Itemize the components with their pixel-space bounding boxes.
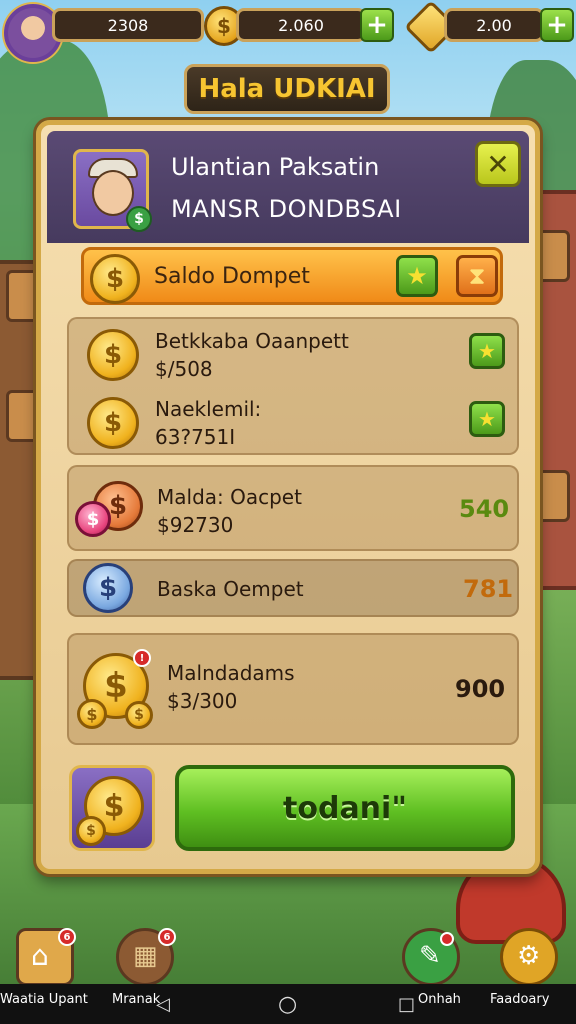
screen-title: Hala UDKIAI bbox=[198, 74, 376, 104]
star-icon: ★ bbox=[478, 339, 496, 363]
close-button[interactable]: ✕ bbox=[475, 141, 521, 187]
star-icon: ★ bbox=[406, 262, 428, 290]
wallet-item-row[interactable]: $ $ $ ! Malndadams $3/300 900 bbox=[67, 633, 519, 745]
star-button[interactable]: ★ bbox=[396, 255, 438, 297]
crate-icon: ▦ bbox=[133, 941, 158, 971]
nav-label-home: Waatia Upant bbox=[0, 992, 88, 1007]
currency3-value: 2.00 bbox=[476, 15, 512, 35]
screen-title-banner: Hala UDKIAI bbox=[184, 64, 390, 114]
nav-label-crate: Mranak bbox=[112, 992, 161, 1007]
item-title: Naeklemil: bbox=[155, 397, 262, 421]
currency2-value: 2.060 bbox=[278, 15, 324, 35]
coin-icon: $ bbox=[125, 701, 153, 729]
item-sub: $/508 bbox=[155, 357, 213, 381]
item-value: 900 bbox=[455, 675, 506, 703]
coin-icon: $ bbox=[76, 816, 106, 846]
confirm-label: todani" bbox=[283, 790, 407, 826]
add-coins-button[interactable]: + bbox=[360, 8, 394, 42]
item-title: Baska Oempet bbox=[157, 577, 304, 601]
silver-coin-icon: $ bbox=[83, 563, 133, 613]
wallet-panel: $ Ulantian Paksatin MANSR DONDBSAI ✕ $ S… bbox=[36, 120, 540, 874]
home-button[interactable]: ○ bbox=[278, 992, 297, 1017]
currency1-value: 2308 bbox=[107, 15, 149, 35]
coin-icon: $ bbox=[87, 397, 139, 449]
star-icon: ★ bbox=[478, 407, 496, 431]
top-hud: 2308 $ 2.060 + 2.00 + bbox=[0, 0, 576, 62]
hourglass-icon: ⧗ bbox=[468, 262, 486, 290]
saldo-dompet-bar: $ Saldo Dompet ★ ⧗ bbox=[81, 247, 503, 305]
nav-label-map: Onhah bbox=[418, 992, 461, 1007]
confirm-button[interactable]: todani" bbox=[175, 765, 515, 851]
item-sub: $3/300 bbox=[167, 689, 238, 713]
item-title: Malndadams bbox=[167, 661, 295, 685]
header-title: Ulantian Paksatin bbox=[171, 153, 380, 181]
item-value: 540 bbox=[459, 495, 510, 523]
wallet-item-row[interactable]: $ $ Malda: Oacpet $92730 540 bbox=[67, 465, 519, 551]
panel-header: $ Ulantian Paksatin MANSR DONDBSAI ✕ bbox=[47, 131, 529, 243]
wallet-group-box: $ Betkkaba Oaanpett $/508 ★ $ Naeklemil:… bbox=[67, 317, 519, 455]
item-title: Malda: Oacpet bbox=[157, 485, 302, 509]
coin-icon: $ bbox=[77, 699, 107, 729]
back-button[interactable]: ◁ bbox=[156, 994, 170, 1015]
hourglass-button[interactable]: ⧗ bbox=[456, 255, 498, 297]
currency1-pill: 2308 bbox=[52, 8, 204, 42]
close-icon: ✕ bbox=[486, 147, 510, 181]
character-face bbox=[92, 170, 134, 216]
pink-coin-icon: $ bbox=[75, 501, 111, 537]
settings-nav-button[interactable]: ⚙ bbox=[500, 928, 558, 986]
bottom-nav: ⌂ 6 ▦ 6 ✎ ⚙ bbox=[0, 928, 576, 988]
header-subtitle: MANSR DONDBSAI bbox=[171, 195, 402, 223]
star-button[interactable]: ★ bbox=[469, 401, 505, 437]
recent-apps-button[interactable]: □ bbox=[398, 994, 415, 1015]
currency2-pill: 2.060 bbox=[236, 8, 366, 42]
coin-shop-button[interactable]: $ $ bbox=[69, 765, 155, 851]
star-button[interactable]: ★ bbox=[469, 333, 505, 369]
saldo-label: Saldo Dompet bbox=[154, 264, 310, 289]
notification-badge: 6 bbox=[58, 928, 76, 946]
item-sub: 63?751I bbox=[155, 425, 236, 449]
character-portrait: $ bbox=[73, 149, 152, 232]
notification-badge bbox=[440, 932, 454, 946]
nav-label-settings: Faadoary bbox=[490, 992, 550, 1007]
currency3-pill: 2.00 bbox=[444, 8, 544, 42]
dollar-badge-icon: $ bbox=[126, 206, 152, 232]
item-value: 781 bbox=[463, 575, 514, 603]
coin-icon: $ bbox=[87, 329, 139, 381]
gear-icon: ⚙ bbox=[517, 941, 541, 971]
item-sub: $92730 bbox=[157, 513, 234, 537]
item-title: Betkkaba Oaanpett bbox=[155, 329, 349, 353]
notification-badge: 6 bbox=[158, 928, 176, 946]
house-icon: ⌂ bbox=[31, 939, 49, 972]
add-gems-button[interactable]: + bbox=[540, 8, 574, 42]
compass-icon: ✎ bbox=[419, 941, 441, 971]
notification-badge: ! bbox=[133, 649, 151, 667]
coin-icon: $ bbox=[90, 254, 140, 304]
wallet-item-row[interactable]: $ Baska Oempet 781 bbox=[67, 559, 519, 617]
